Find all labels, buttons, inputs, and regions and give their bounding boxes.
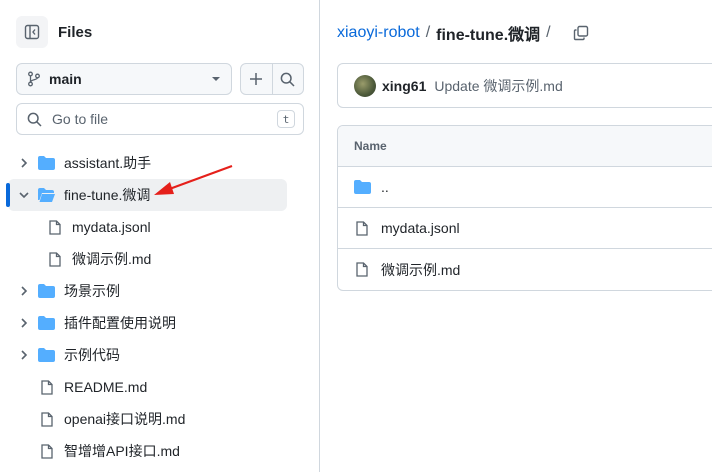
- chevron-right-icon[interactable]: [18, 349, 30, 361]
- breadcrumb-repo-link[interactable]: xiaoyi-robot: [337, 24, 420, 42]
- tree-item-readme[interactable]: README.md: [0, 371, 320, 403]
- commit-author[interactable]: xing61: [382, 78, 426, 94]
- tree-item-finetune-example[interactable]: 微调示例.md: [0, 243, 320, 275]
- table-row-parent[interactable]: ..: [338, 167, 712, 208]
- sidebar-title: Files: [58, 23, 93, 41]
- folder-open-icon: [38, 188, 55, 202]
- branch-selector[interactable]: main: [16, 63, 232, 95]
- file-icon: [356, 220, 368, 236]
- search-code-button[interactable]: [271, 64, 304, 94]
- shortcut-hint: t: [277, 110, 295, 128]
- tree-item-label: 智增增API接口.md: [64, 443, 180, 459]
- chevron-right-icon[interactable]: [18, 285, 30, 297]
- folder-icon: [38, 348, 55, 362]
- tree-item-sample-code[interactable]: 示例代码: [0, 339, 320, 371]
- avatar[interactable]: [354, 74, 376, 97]
- breadcrumb-current: fine-tune.微调: [436, 27, 541, 44]
- latest-commit-bar: xing61 Update 微调示例.md: [337, 63, 712, 108]
- tree-item-label: mydata.jsonl: [72, 219, 151, 235]
- tree-item-fine-tune[interactable]: fine-tune.微调: [6, 179, 287, 211]
- file-table: Name .. mydata.jsonl 微调示例.md: [337, 125, 712, 291]
- copy-path-button[interactable]: [573, 25, 589, 41]
- tree-item-label: 插件配置使用说明: [64, 315, 176, 331]
- chevron-down-icon[interactable]: [18, 189, 30, 201]
- tree-item-plugin-config[interactable]: 插件配置使用说明: [0, 307, 320, 339]
- sidebar-header: Files: [16, 16, 92, 48]
- go-to-file-placeholder: Go to file: [52, 111, 109, 127]
- breadcrumb-separator: /: [425, 24, 431, 41]
- annotation-arrow-icon: [150, 160, 235, 203]
- table-row[interactable]: mydata.jsonl: [338, 208, 712, 249]
- branch-name: main: [49, 71, 82, 87]
- sidebar-collapse-icon: [24, 24, 40, 40]
- tree-item-api-doc[interactable]: 智增增API接口.md: [0, 435, 320, 467]
- git-branch-icon: [27, 71, 41, 87]
- add-file-button[interactable]: [241, 64, 272, 94]
- plus-icon: [249, 72, 263, 86]
- column-name-header: Name: [354, 139, 387, 153]
- file-icon: [41, 443, 53, 459]
- table-row[interactable]: 微调示例.md: [338, 249, 712, 290]
- file-icon: [49, 219, 61, 235]
- breadcrumb-separator: /: [546, 24, 551, 41]
- copy-icon: [573, 25, 589, 41]
- search-icon: [27, 112, 42, 127]
- collapse-sidebar-button[interactable]: [16, 16, 48, 48]
- folder-icon: [354, 180, 371, 194]
- search-icon: [280, 72, 295, 87]
- commit-message[interactable]: Update 微调示例.md: [434, 76, 562, 96]
- chevron-right-icon[interactable]: [18, 317, 30, 329]
- table-header: Name: [338, 126, 712, 167]
- tree-item-label: fine-tune.微调: [64, 187, 151, 203]
- selection-indicator: [6, 183, 10, 207]
- folder-icon: [38, 316, 55, 330]
- file-link[interactable]: mydata.jsonl: [381, 220, 460, 236]
- tree-item-label: 微调示例.md: [72, 251, 152, 267]
- file-icon: [41, 411, 53, 427]
- triangle-down-icon: [211, 76, 221, 82]
- folder-icon: [38, 156, 55, 170]
- breadcrumb: xiaoyi-robot / fine-tune.微调 /: [337, 21, 589, 45]
- chevron-right-icon[interactable]: [18, 157, 30, 169]
- file-tree-sidebar: Files main Go to file t assistant.助手 fin…: [0, 0, 320, 472]
- tree-item-label: 场景示例: [64, 283, 120, 299]
- file-icon: [49, 251, 61, 267]
- tree-item-scenarios[interactable]: 场景示例: [0, 275, 320, 307]
- go-to-file-input[interactable]: Go to file t: [16, 103, 304, 135]
- tree-item-label: assistant.助手: [64, 155, 152, 171]
- tree-item-openai-doc[interactable]: openai接口说明.md: [0, 403, 320, 435]
- main-content: xiaoyi-robot / fine-tune.微调 / xing61 Upd…: [321, 0, 712, 472]
- tree-item-label: 示例代码: [64, 347, 120, 363]
- tree-item-mydata[interactable]: mydata.jsonl: [0, 211, 320, 243]
- tree-item-label: README.md: [64, 379, 148, 395]
- folder-icon: [38, 284, 55, 298]
- tree-item-label: openai接口说明.md: [64, 411, 186, 427]
- file-icon: [356, 262, 368, 277]
- file-link[interactable]: ..: [381, 179, 389, 195]
- file-link[interactable]: 微调示例.md: [381, 260, 460, 280]
- file-icon: [41, 379, 53, 395]
